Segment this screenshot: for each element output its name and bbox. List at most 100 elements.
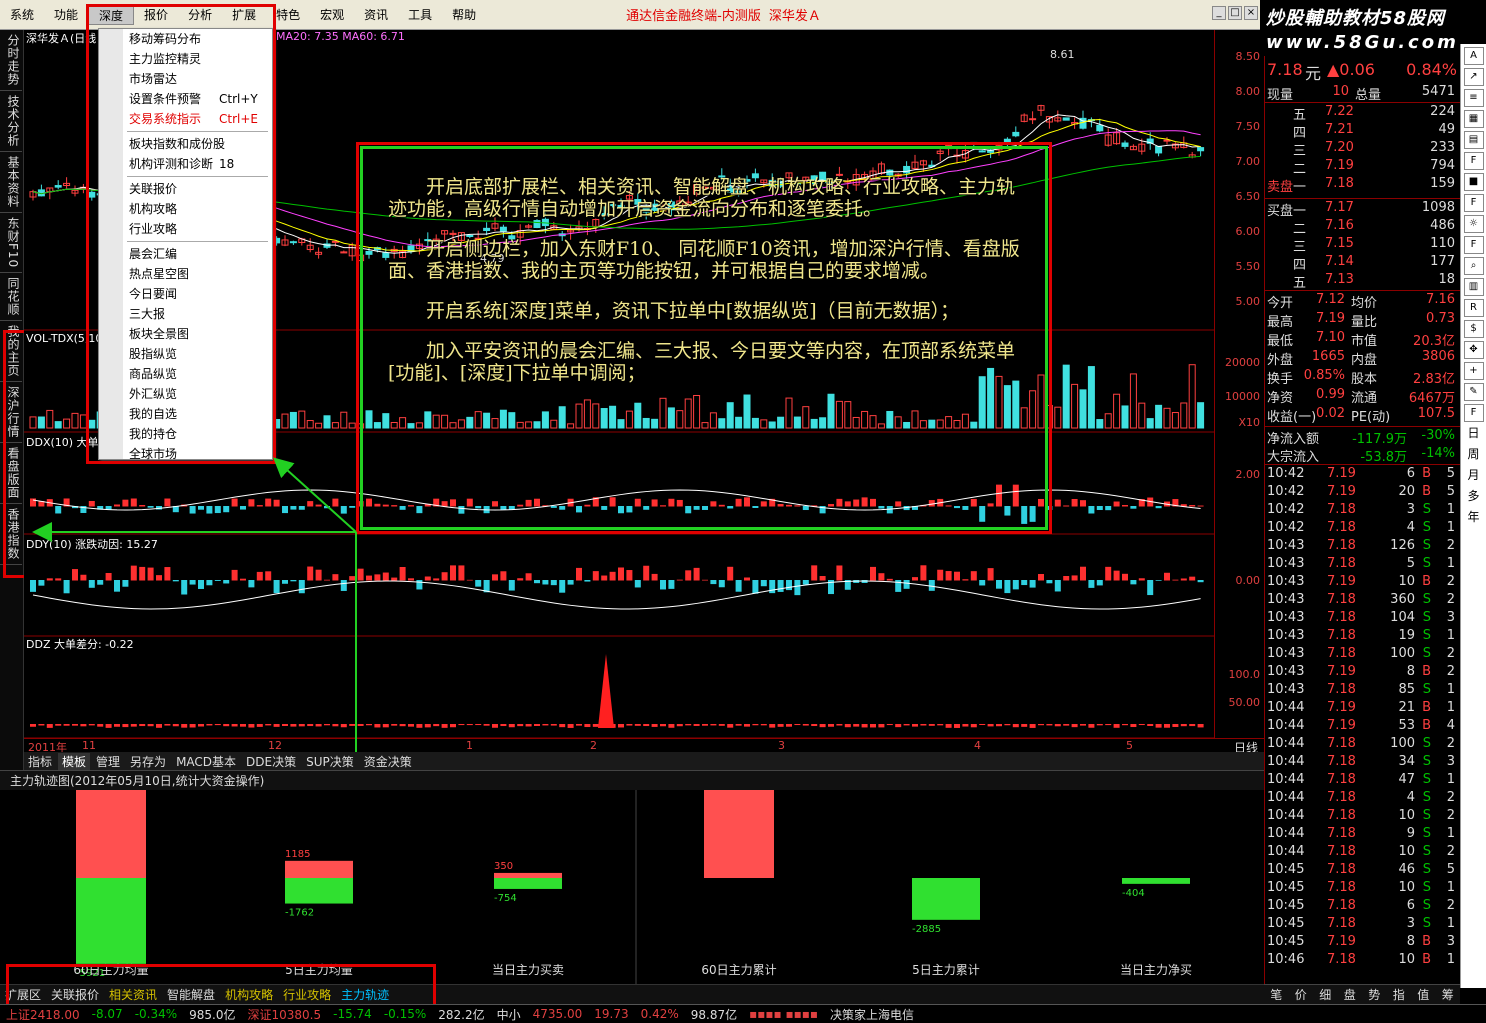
- quote-cell: 最低: [1267, 334, 1294, 349]
- indicator-tab[interactable]: MACD基本: [172, 753, 240, 770]
- toolbar-icon[interactable]: +: [1463, 362, 1484, 380]
- quote-cell: 7.19: [1327, 718, 1356, 733]
- quote-cell: B: [1422, 574, 1431, 589]
- toolbar-icon[interactable]: ■: [1463, 173, 1484, 191]
- toolbar-icon[interactable]: F: [1463, 404, 1484, 422]
- quote-tab[interactable]: 细: [1313, 986, 1338, 1003]
- quote-tab[interactable]: 筹: [1436, 986, 1461, 1003]
- quote-row: 三 7.15 110: [1265, 236, 1461, 255]
- quote-cell: B: [1422, 718, 1431, 733]
- quote-cell: 7.12: [1316, 292, 1345, 307]
- indicator-tab[interactable]: 指标: [24, 753, 56, 770]
- quote-tab[interactable]: 笔: [1264, 986, 1289, 1003]
- quote-cell: 126: [1390, 538, 1415, 553]
- zx-value: 4735.00: [532, 1007, 583, 1021]
- toolbar-icon[interactable]: ☼: [1463, 215, 1484, 233]
- quote-cell: 5: [1446, 862, 1455, 877]
- force-bar-positive-label: 350: [494, 861, 513, 872]
- toolbar-icon[interactable]: F: [1463, 194, 1484, 212]
- main-force-chart: 6083-592160日主力均量1185-17625日主力均量350-754当日…: [0, 790, 1264, 984]
- toolbar-icon[interactable]: ▦: [1463, 110, 1484, 128]
- quote-cell: 2: [1446, 538, 1455, 553]
- quote-cell: 10:42: [1267, 520, 1305, 535]
- quote-cell: 7.18: [1327, 808, 1356, 823]
- quote-cell: S: [1422, 898, 1431, 913]
- quote-cell: 110: [1430, 236, 1455, 251]
- quote-cell: 10:43: [1267, 556, 1305, 571]
- quote-cell: 10:43: [1267, 610, 1305, 625]
- force-bar-label: 60日主力累计: [701, 963, 776, 977]
- indicator-tab[interactable]: 管理: [92, 753, 124, 770]
- quote-cell: S: [1422, 754, 1431, 769]
- period-button[interactable]: 年: [1464, 509, 1484, 527]
- quote-tab[interactable]: 指: [1387, 986, 1412, 1003]
- toolbar-icon[interactable]: ≡: [1463, 89, 1484, 107]
- period-button[interactable]: 多: [1464, 488, 1484, 506]
- quote-cell: 二: [1293, 162, 1307, 177]
- toolbar-icon[interactable]: ▤: [1463, 131, 1484, 149]
- quote-tab[interactable]: 价: [1289, 986, 1314, 1003]
- quote-row: 五 7.13 18: [1265, 272, 1461, 291]
- quote-row: 10:45 7.19 8 B 3: [1265, 934, 1461, 952]
- quote-divider: [1265, 102, 1461, 103]
- force-bar-label: 当日主力净买: [1120, 963, 1192, 977]
- quote-tab[interactable]: 盘: [1338, 986, 1363, 1003]
- quote-cell: 10: [1398, 574, 1415, 589]
- indicator-tab[interactable]: 另存为: [126, 753, 170, 770]
- quote-cell: 7.19: [1316, 311, 1345, 326]
- toolbar-icon[interactable]: ▥: [1463, 278, 1484, 296]
- quote-tab[interactable]: 势: [1362, 986, 1387, 1003]
- quote-cell: 三: [1293, 144, 1307, 159]
- period-button[interactable]: 月: [1464, 467, 1484, 485]
- period-button[interactable]: 日: [1464, 425, 1484, 443]
- quote-cell: 104: [1390, 610, 1415, 625]
- quote-cell: 四: [1293, 126, 1307, 141]
- indicator-tab[interactable]: 模板: [58, 752, 91, 770]
- force-bar-label: 当日主力买卖: [492, 963, 564, 977]
- toolbar-icon[interactable]: ✥: [1463, 341, 1484, 359]
- quote-cell: S: [1422, 844, 1431, 859]
- quote-row: 10:44 7.18 9 S 1: [1265, 826, 1461, 844]
- quote-tabs: 笔价细盘势指值筹: [1264, 984, 1460, 1004]
- quote-row: 大宗流入 -53.8万 -14%: [1265, 446, 1461, 465]
- quote-cell: 2: [1446, 898, 1455, 913]
- quote-cell: 卖盘: [1267, 180, 1294, 195]
- quote-row: 五 7.22 224: [1265, 104, 1461, 123]
- toolbar-icon[interactable]: A: [1463, 47, 1484, 65]
- quote-cell: 10:46: [1267, 952, 1305, 967]
- toolbar-icon[interactable]: ⌕: [1463, 257, 1484, 275]
- quote-cell: 7.20: [1325, 140, 1354, 155]
- quote-row: 10:43 7.18 104 S 3: [1265, 610, 1461, 628]
- quote-cell: 7.22: [1325, 104, 1354, 119]
- quote-row: 净资 0.99 流通 6467万: [1265, 387, 1461, 406]
- quote-cell: 224: [1430, 104, 1455, 119]
- toolbar-icon[interactable]: F: [1463, 152, 1484, 170]
- quote-cell: 7.16: [1426, 292, 1455, 307]
- quote-cell: 7.18: [1327, 916, 1356, 931]
- quote-cell: S: [1422, 790, 1431, 805]
- quote-row: 收益(一) 0.02 PE(动) 107.5: [1265, 406, 1461, 425]
- quote-cell: 6: [1406, 466, 1415, 481]
- quote-row: 10:43 7.18 19 S 1: [1265, 628, 1461, 646]
- indicator-tab[interactable]: SUP决策: [302, 753, 358, 770]
- quote-cell: -30%: [1421, 428, 1455, 443]
- indicator-tab[interactable]: DDE决策: [242, 753, 300, 770]
- quote-cell: 7.14: [1325, 254, 1354, 269]
- quote-tab[interactable]: 值: [1411, 986, 1436, 1003]
- quote-cell: 20: [1398, 484, 1415, 499]
- quote-cell: 7.15: [1325, 236, 1354, 251]
- indicator-tab[interactable]: 资金决策: [360, 753, 416, 770]
- quote-cell: 2: [1446, 844, 1455, 859]
- toolbar-icon[interactable]: ✎: [1463, 383, 1484, 401]
- toolbar-icon[interactable]: $: [1463, 320, 1484, 338]
- quote-cell: S: [1422, 916, 1431, 931]
- force-bar-negative-label: -2885: [912, 924, 941, 935]
- quote-row: 10:43 7.18 85 S 1: [1265, 682, 1461, 700]
- news-ticker[interactable]: 决策家上海电信: [824, 1006, 920, 1023]
- toolbar-icon[interactable]: F: [1463, 236, 1484, 254]
- market-breadth-icon: ▪▪▪▪ ▪▪▪▪: [749, 1007, 818, 1021]
- toolbar-icon[interactable]: ↗: [1463, 68, 1484, 86]
- toolbar-icon[interactable]: R: [1463, 299, 1484, 317]
- period-button[interactable]: 周: [1464, 446, 1484, 464]
- quote-cell: 10:44: [1267, 826, 1305, 841]
